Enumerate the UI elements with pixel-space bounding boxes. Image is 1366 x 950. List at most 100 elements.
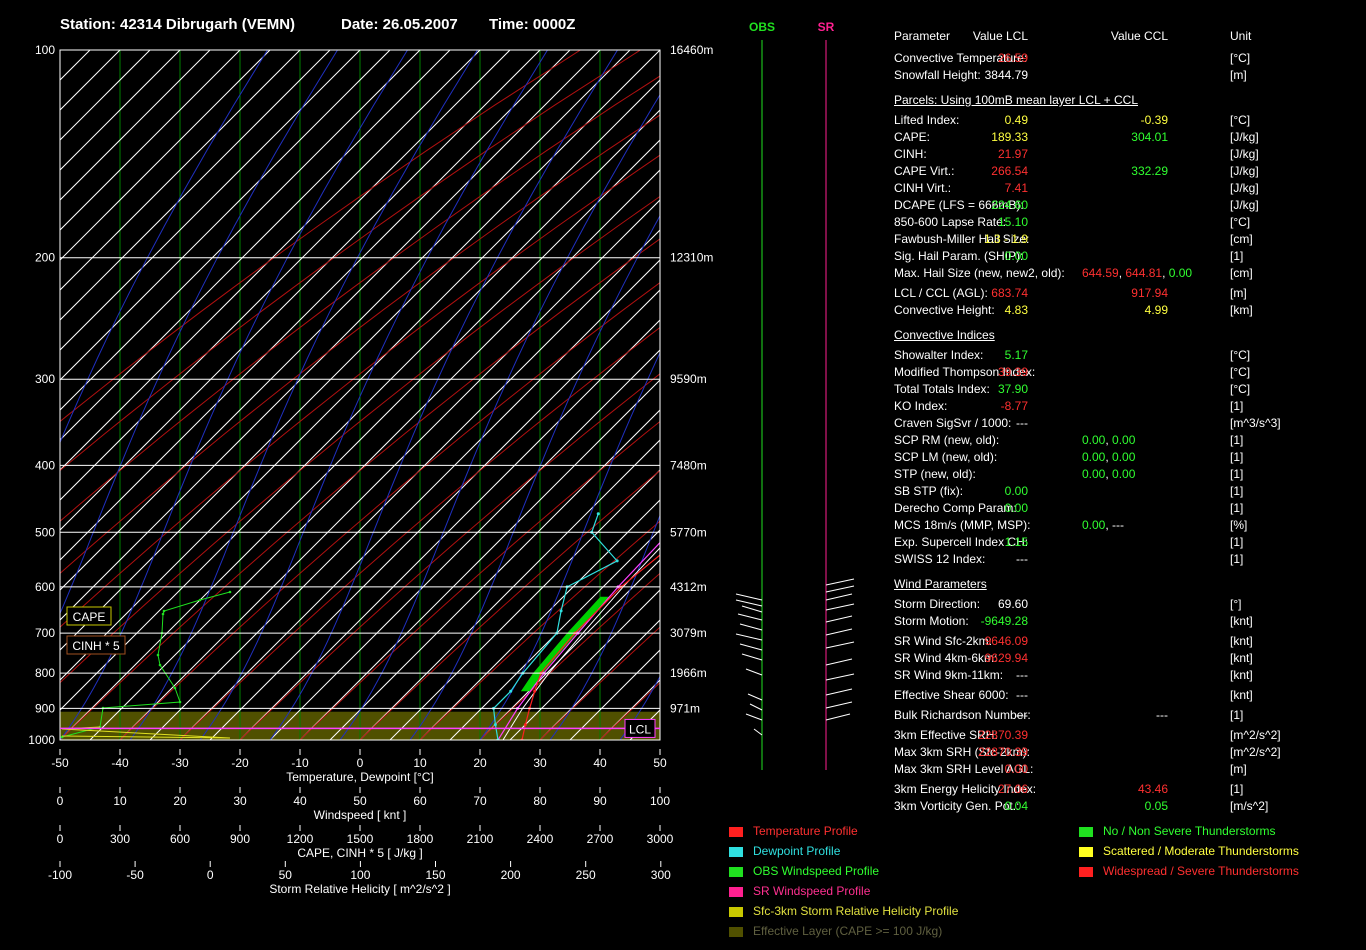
obs-wind-barb xyxy=(745,668,763,676)
obs-wind-point xyxy=(173,686,177,690)
height-label: 3079m xyxy=(670,626,707,640)
param-name: Snowfall Height: xyxy=(894,68,981,82)
param-value-a: 0.00 xyxy=(1082,433,1106,447)
param-name: Craven SigSvr / 1000: xyxy=(894,416,1012,430)
param-row: Max. Hail Size (new, new2, old): 644.59, … xyxy=(894,265,1364,281)
srh-tick-label: -50 xyxy=(126,868,144,882)
param-value-lcl: 1.15 xyxy=(1004,535,1028,549)
param-unit: [knt] xyxy=(1230,614,1253,628)
temperature-line-point xyxy=(765,464,768,467)
param-multi-values: 0.00, 0.00 xyxy=(1082,466,1135,482)
skew-isotherm xyxy=(149,229,660,740)
cape-tick-label: 1800 xyxy=(407,832,434,846)
param-value-lcl: --- xyxy=(1016,416,1028,430)
param-row: Storm Direction: 69.60 [°] xyxy=(894,596,1364,612)
legend-swatch xyxy=(729,826,743,837)
param-value-lcl: 27.06 xyxy=(997,782,1028,796)
param-value-ccl: 43.46 xyxy=(1137,782,1168,796)
param-value-lcl: --- xyxy=(1016,708,1028,722)
skew-isotherm xyxy=(60,109,660,711)
dewpoint-line-point xyxy=(615,559,619,563)
param-value-lcl: 7.41 xyxy=(1004,181,1028,195)
legend-label: Effective Layer (CAPE >= 100 J/kg) xyxy=(753,924,943,938)
param-value-b: 644.81 xyxy=(1125,266,1163,280)
param-row: MCS 18m/s (MMP, MSP): 0.00, --- [%] xyxy=(894,517,1364,533)
legend-swatch xyxy=(1079,846,1093,857)
pressure-tick-label: 200 xyxy=(35,251,55,265)
srh-axis-label: Storm Relative Helicity [ m^2/s^2 ] xyxy=(269,882,450,896)
param-unit: [m/s^2] xyxy=(1230,799,1269,813)
param-row: Sig. Hail Param. (SHIP): 0.00 [1] xyxy=(894,248,1364,264)
param-section-title: Convective Indices xyxy=(894,328,995,342)
srh-tick-label: 150 xyxy=(425,868,445,882)
obs-wind-barb xyxy=(735,633,763,641)
sr-column-label: SR xyxy=(818,20,835,34)
height-label: 12310m xyxy=(670,251,713,265)
param-value-lcl: 266.54 xyxy=(991,164,1028,178)
param-value-b: 0.00 xyxy=(1112,450,1136,464)
height-label: 1966m xyxy=(670,666,707,680)
param-unit: [1] xyxy=(1230,249,1244,263)
param-section-title: Parcels: Using 100mB mean layer LCL + CC… xyxy=(894,93,1138,107)
param-unit: [knt] xyxy=(1230,651,1253,665)
param-value-a: 0.00 xyxy=(1082,467,1106,481)
param-unit: [J/kg] xyxy=(1230,147,1259,161)
param-name: SR Wind Sfc-2km: xyxy=(894,634,993,648)
param-row: CINH Virt.: 7.41 [J/kg] xyxy=(894,180,1364,196)
param-row: 3km Effective SRH: 22870.39 [m^2/s^2] xyxy=(894,727,1364,743)
legend-item: SR Windspeed Profile xyxy=(729,884,870,898)
param-row: CAPE Virt.: 266.54 332.29 [J/kg] xyxy=(894,163,1364,179)
pressure-tick-label: 800 xyxy=(35,666,55,680)
skew-isotherm xyxy=(299,379,660,740)
param-value-lcl: 21.97 xyxy=(997,147,1028,161)
param-name: CAPE: xyxy=(894,130,931,144)
param-row: 3km Energy Helicity Index: 27.06 43.46 [1] xyxy=(894,781,1364,797)
param-value-lcl: 22870.39 xyxy=(977,728,1028,742)
skew-isotherm xyxy=(60,139,660,740)
wind-tick-label: 40 xyxy=(293,794,307,808)
param-value-lcl: 26.59 xyxy=(997,51,1028,65)
dewpoint-line-point xyxy=(559,609,563,613)
param-name: SWISS 12 Index: xyxy=(894,552,986,566)
param-unit: [knt] xyxy=(1230,634,1253,648)
param-unit: [cm] xyxy=(1230,232,1253,246)
srh-tick-label: 0 xyxy=(207,868,214,882)
header-value-lcl: Value LCL xyxy=(972,29,1028,43)
legend-label: OBS Windspeed Profile xyxy=(753,864,880,878)
dewpoint-line xyxy=(492,513,619,740)
legend-item: Widespread / Severe Thunderstorms xyxy=(1079,864,1299,878)
sr-wind-barb xyxy=(825,701,853,709)
param-name: SR Wind 4km-6km: xyxy=(894,651,998,665)
param-row: SCP RM (new, old): 0.00, 0.00 [1] xyxy=(894,432,1364,448)
temperature-line-point xyxy=(523,723,527,727)
param-name: CAPE Virt.: xyxy=(894,164,955,178)
cape-tick-label: 1500 xyxy=(347,832,374,846)
param-unit: [m] xyxy=(1230,762,1247,776)
param-row: Craven SigSvr / 1000: --- [m^3/s^3] xyxy=(894,415,1364,431)
param-row: Max 3km SRH Level AGL: 0.00 [m] xyxy=(894,761,1364,777)
wind-tick-label: 0 xyxy=(57,794,64,808)
param-value-lcl: 224.60 xyxy=(991,198,1028,212)
param-row: 3km Vorticity Gen. Pot.: 0.04 0.05 [m/s^2] xyxy=(894,798,1364,814)
param-value-lcl: 9646.09 xyxy=(984,634,1028,648)
param-multi-values: 0.00, 0.00 xyxy=(1082,449,1135,465)
param-unit: [1] xyxy=(1230,708,1244,722)
cape-tick-label: 2100 xyxy=(467,832,494,846)
param-name: Max. Hail Size (new, new2, old): xyxy=(894,266,1065,280)
header-value-ccl: Value CCL xyxy=(1110,29,1168,43)
param-value-lcl: 37.90 xyxy=(997,382,1028,396)
param-row: 850-600 Lapse Rate: 15.10 [°C] xyxy=(894,214,1364,230)
param-name: Total Totals Index: xyxy=(894,382,990,396)
sr-wind-barb xyxy=(825,603,855,611)
param-value-lcl: --- xyxy=(1016,668,1028,682)
wind-tick-label: 100 xyxy=(650,794,670,808)
parcel-line-point xyxy=(821,378,824,381)
param-row: DCAPE (LFS = 666mB): 224.60 [J/kg] xyxy=(894,197,1364,213)
sr-wind-barb xyxy=(825,593,853,601)
pressure-tick-label: 100 xyxy=(35,43,55,57)
value-separator: , xyxy=(1162,266,1169,280)
cape-tag: CAPE xyxy=(73,610,106,624)
wind-tick-label: 50 xyxy=(353,794,367,808)
skew-isotherm xyxy=(179,259,660,740)
param-name: CINH Virt.: xyxy=(894,181,952,195)
